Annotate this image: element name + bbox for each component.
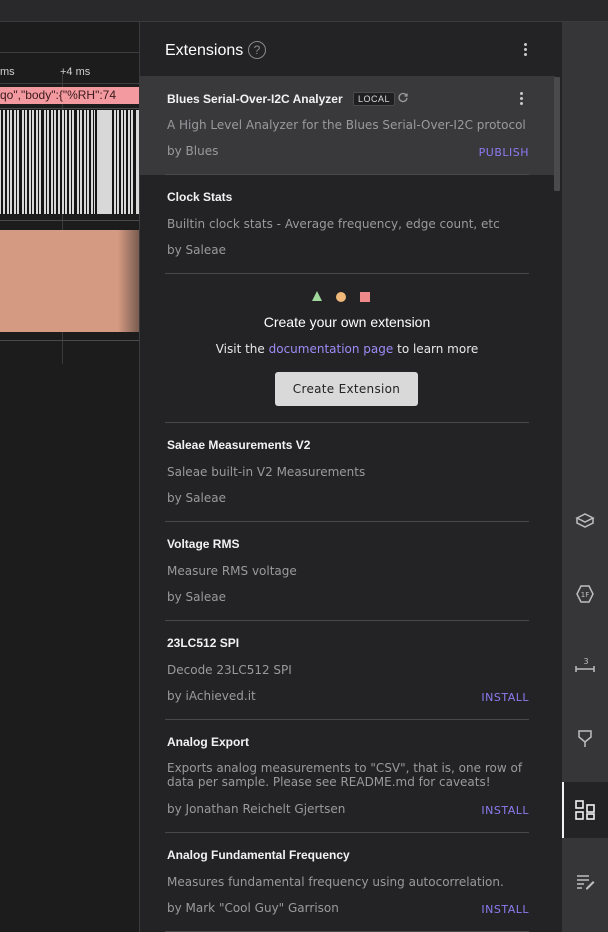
- extension-description: Exports analog measurements to "CSV", th…: [167, 761, 523, 789]
- hex-value-icon[interactable]: 1F: [562, 571, 608, 617]
- more-vert-icon[interactable]: [524, 43, 528, 59]
- extension-item[interactable]: Blues Serial-Over-I2C Analyzer LOCAL A H…: [165, 76, 529, 175]
- refresh-icon[interactable]: [397, 92, 409, 104]
- extension-author: by iAchieved.it: [167, 689, 256, 703]
- extension-item[interactable]: Saleae Measurements V2 Saleae built-in V…: [165, 423, 529, 522]
- shapes-graphic: [165, 290, 529, 308]
- install-button[interactable]: INSTALL: [481, 903, 529, 916]
- extension-description: Measures fundamental frequency using aut…: [167, 875, 504, 889]
- create-extension-button[interactable]: Create Extension: [275, 372, 418, 406]
- extension-name: Analog Export: [167, 735, 250, 749]
- help-circle-icon[interactable]: ?: [248, 41, 266, 59]
- right-sidebar-rail: 1F 3: [562, 22, 608, 932]
- tick-label: ms: [0, 66, 15, 78]
- extension-author: by Jonathan Reichelt Gjertsen: [167, 802, 346, 816]
- extension-author: by Mark "Cool Guy" Garrison: [167, 901, 339, 915]
- extension-name: Clock Stats: [167, 190, 233, 204]
- extension-item[interactable]: Analog Export Exports analog measurement…: [165, 720, 529, 833]
- tick-label: +4 ms: [60, 66, 91, 78]
- extension-item[interactable]: Analog Fundamental Frequency Measures fu…: [165, 833, 529, 932]
- publish-button[interactable]: PUBLISH: [479, 146, 529, 159]
- extension-description: Builtin clock stats - Average frequency,…: [167, 217, 500, 231]
- local-badge: LOCAL: [353, 92, 396, 106]
- svg-text:1F: 1F: [581, 591, 589, 599]
- create-sub-prefix: Visit the: [215, 342, 265, 356]
- extension-author: by Blues: [167, 144, 219, 158]
- decoded-text: qo","body":{"%RH":74: [0, 88, 117, 102]
- decoded-data-bubble[interactable]: qo","body":{"%RH":74: [0, 87, 139, 104]
- top-bar: [0, 0, 608, 22]
- analog-fade: [118, 230, 139, 332]
- extension-description: Saleae built-in V2 Measurements: [167, 465, 366, 479]
- extension-author: by Saleae: [167, 590, 226, 604]
- extension-description: A High Level Analyzer for the Blues Seri…: [167, 118, 526, 132]
- timing-marker-icon[interactable]: [562, 715, 608, 761]
- extensions-icon[interactable]: [562, 782, 608, 838]
- divider: [0, 108, 139, 109]
- waveform-area[interactable]: ms +4 ms qo","body":{"%RH":74: [0, 22, 139, 932]
- extension-name: Voltage RMS: [167, 537, 240, 551]
- extension-name: Analog Fundamental Frequency: [167, 848, 350, 862]
- analyzers-icon[interactable]: [562, 498, 608, 544]
- extension-item[interactable]: Clock Stats Builtin clock stats - Averag…: [165, 175, 529, 274]
- svg-text:3: 3: [583, 657, 588, 666]
- create-title: Create your own extension: [263, 314, 431, 330]
- documentation-link[interactable]: documentation page: [269, 342, 394, 356]
- scrollbar-thumb[interactable]: [554, 77, 560, 191]
- extension-item[interactable]: Voltage RMS Measure RMS voltage by Salea…: [165, 522, 529, 621]
- extension-name: Blues Serial-Over-I2C Analyzer: [167, 92, 343, 106]
- panel-header: Extensions ?: [140, 22, 562, 76]
- extension-item[interactable]: 23LC512 SPI Decode 23LC512 SPI by iAchie…: [165, 621, 529, 720]
- digital-channel-waveform[interactable]: [0, 110, 139, 214]
- more-vert-icon[interactable]: [520, 92, 524, 108]
- extension-name: Saleae Measurements V2: [167, 438, 311, 452]
- active-indicator: [562, 782, 564, 838]
- install-button[interactable]: INSTALL: [481, 804, 529, 817]
- extension-author: by Saleae: [167, 491, 226, 505]
- measure-icon[interactable]: 3: [562, 643, 608, 689]
- panel-title: Extensions: [165, 42, 244, 59]
- notes-icon[interactable]: [562, 858, 608, 904]
- extension-description: Decode 23LC512 SPI: [167, 663, 292, 677]
- extension-author: by Saleae: [167, 243, 226, 257]
- install-button[interactable]: INSTALL: [481, 691, 529, 704]
- shapes-icon: [312, 291, 370, 302]
- digital-edges: [1, 110, 136, 214]
- extension-description: Measure RMS voltage: [167, 564, 297, 578]
- extensions-panel: Extensions ? Blues Serial-Over-I2C Analy…: [139, 22, 562, 932]
- extension-name: 23LC512 SPI: [167, 636, 240, 650]
- create-subtitle: Visit the documentation page to learn mo…: [165, 342, 529, 356]
- create-sub-suffix: to learn more: [397, 342, 479, 356]
- divider: [0, 220, 139, 221]
- divider: [0, 340, 139, 341]
- create-extension-card: Create your own extension Visit the docu…: [165, 274, 529, 423]
